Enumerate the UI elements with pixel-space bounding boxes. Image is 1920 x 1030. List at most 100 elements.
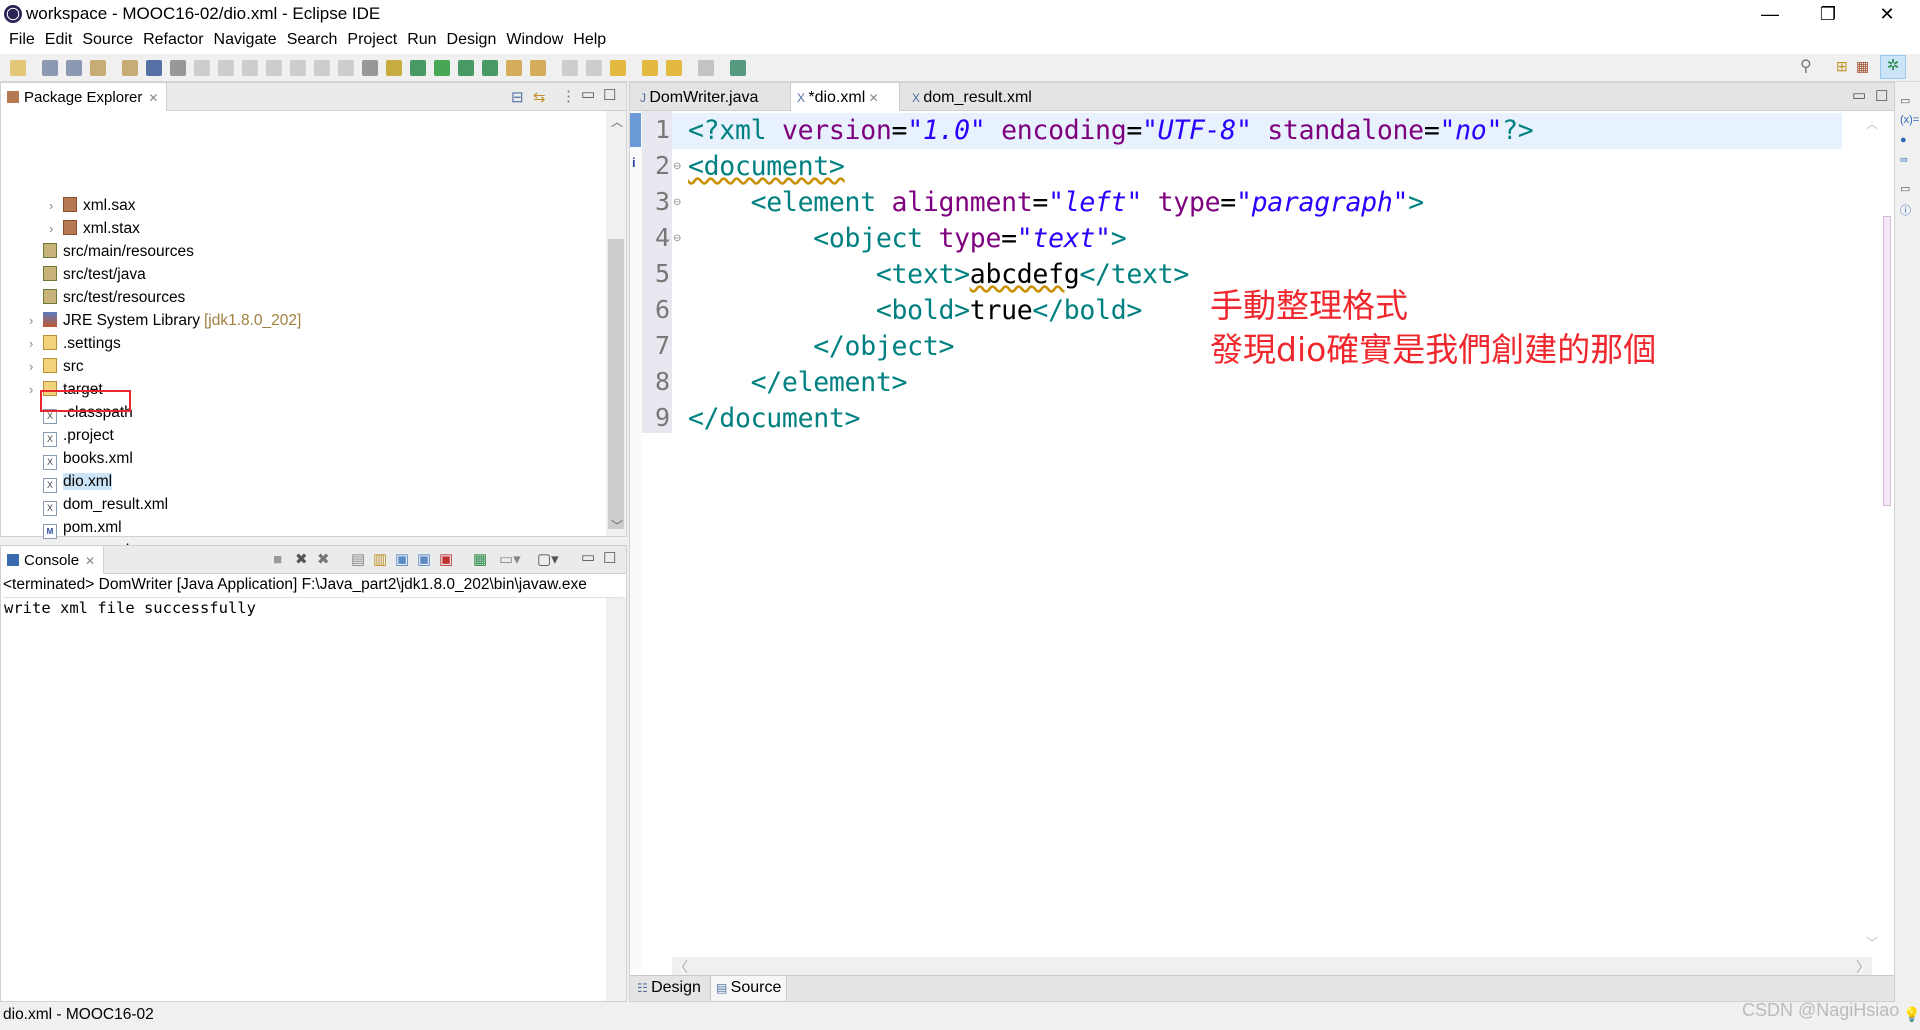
code-line[interactable]: <bold>true</bold> bbox=[688, 295, 1142, 326]
view-menu-icon[interactable]: ⋮ bbox=[561, 87, 576, 105]
step-into-icon[interactable] bbox=[290, 60, 306, 76]
chevron-right-icon[interactable]: › bbox=[29, 332, 43, 355]
code-line[interactable]: <?xml version="1.0" encoding="UTF-8" sta… bbox=[688, 115, 1534, 146]
terminate-icon[interactable]: ■ bbox=[273, 551, 282, 568]
menu-run[interactable]: Run bbox=[404, 28, 443, 54]
maximize-view-icon[interactable]: ☐ bbox=[603, 86, 616, 104]
collapse-all-icon[interactable]: ⊟ bbox=[511, 88, 524, 106]
tab--dio-xml[interactable]: X *dio.xml ✕ bbox=[790, 83, 900, 111]
display-console-icon[interactable]: ▭▾ bbox=[499, 550, 521, 568]
tree-item[interactable]: src/test/resources bbox=[29, 286, 185, 309]
maximize-editor-icon[interactable]: ☐ bbox=[1875, 87, 1888, 105]
tree-item[interactable]: › JRE System Library [jdk1.8.0_202] bbox=[29, 309, 301, 332]
tree-item[interactable]: Xbooks.xml bbox=[29, 447, 133, 470]
fold-toggle-icon[interactable]: ⊖ bbox=[673, 161, 681, 172]
tree-item[interactable]: › xml.stax bbox=[49, 217, 140, 240]
code-line[interactable]: <text>abcdefg</text> bbox=[688, 259, 1189, 290]
disconnect-icon[interactable] bbox=[266, 60, 282, 76]
open-type-icon[interactable] bbox=[90, 60, 106, 76]
next-annotation-icon[interactable] bbox=[562, 60, 578, 76]
open-task-icon[interactable] bbox=[506, 60, 522, 76]
show-on-error-icon[interactable]: ▣ bbox=[439, 550, 453, 568]
save-all-icon[interactable] bbox=[66, 60, 82, 76]
search-icon[interactable]: ⚲ bbox=[1800, 56, 1812, 76]
use-step-filters-icon[interactable] bbox=[386, 60, 402, 76]
debug-icon[interactable] bbox=[410, 60, 426, 76]
code-line[interactable]: </object> bbox=[688, 331, 954, 362]
new-window-icon[interactable] bbox=[730, 60, 746, 76]
tab-console[interactable]: Console ✕ bbox=[1, 546, 105, 574]
back-icon[interactable] bbox=[666, 60, 682, 76]
chevron-right-icon[interactable]: › bbox=[29, 309, 43, 332]
menu-source[interactable]: Source bbox=[79, 28, 140, 54]
show-on-output-icon[interactable]: ▣ bbox=[417, 550, 431, 568]
scrollbar-thumb[interactable] bbox=[608, 239, 624, 529]
console-output[interactable]: write xml file successfully bbox=[4, 599, 256, 617]
tab-source[interactable]: ▤ Source bbox=[710, 976, 788, 1002]
maximize-view-icon[interactable]: ☐ bbox=[603, 549, 616, 567]
tree-item[interactable]: X .project bbox=[29, 424, 114, 447]
help-icon[interactable]: ⓘ bbox=[1900, 202, 1914, 217]
tree-scrollbar[interactable]: ︿ ﹀ bbox=[606, 111, 626, 536]
chevron-right-icon[interactable]: › bbox=[49, 217, 63, 240]
fold-toggle-icon[interactable]: ⊖ bbox=[673, 233, 681, 244]
previous-annotation-icon[interactable] bbox=[586, 60, 602, 76]
scroll-left-icon[interactable]: 〈 bbox=[674, 957, 688, 977]
back-history-icon[interactable] bbox=[642, 60, 658, 76]
code-line[interactable]: <document> bbox=[688, 151, 845, 182]
clear-console-icon[interactable]: ▤ bbox=[351, 550, 365, 568]
suspend-icon[interactable] bbox=[218, 60, 234, 76]
tip-lightbulb-icon[interactable]: 💡 bbox=[1903, 1006, 1920, 1023]
last-edit-icon[interactable] bbox=[610, 60, 626, 76]
menu-search[interactable]: Search bbox=[284, 28, 345, 54]
run-icon[interactable] bbox=[434, 60, 450, 76]
new-icon[interactable] bbox=[10, 60, 26, 76]
restore-icon[interactable]: ▭ bbox=[1900, 94, 1914, 107]
scroll-up-icon[interactable]: ︿ bbox=[1866, 115, 1878, 132]
java-ee-perspective-icon[interactable]: ▦ bbox=[1856, 58, 1874, 76]
tree-item[interactable]: src/main/resources bbox=[29, 240, 194, 263]
word-wrap-icon[interactable]: ▣ bbox=[395, 550, 409, 568]
save-icon[interactable] bbox=[42, 60, 58, 76]
pin-console-icon[interactable]: ▦ bbox=[473, 550, 487, 568]
menu-window[interactable]: Window bbox=[503, 28, 570, 54]
menu-edit[interactable]: Edit bbox=[42, 28, 80, 54]
minimize-view-icon[interactable]: ▭ bbox=[581, 85, 595, 103]
tree-item[interactable]: src/test/java bbox=[29, 263, 146, 286]
breakpoints-icon[interactable]: ● bbox=[1900, 134, 1914, 146]
chevron-right-icon[interactable]: › bbox=[29, 355, 43, 378]
terminate-icon[interactable] bbox=[242, 60, 258, 76]
scroll-down-icon[interactable]: ﹀ bbox=[1866, 934, 1878, 951]
menu-project[interactable]: Project bbox=[344, 28, 404, 54]
remove-all-launches-icon[interactable]: ✖ bbox=[317, 550, 330, 568]
debug-perspective-icon[interactable]: ✲ bbox=[1880, 55, 1906, 79]
menu-file[interactable]: File bbox=[6, 28, 42, 54]
link-with-editor-icon[interactable]: ⇆ bbox=[533, 88, 546, 106]
menu-help[interactable]: Help bbox=[570, 28, 613, 54]
scroll-down-icon[interactable]: ﹀ bbox=[611, 517, 623, 534]
tree-item[interactable]: Xdom_result.xml bbox=[29, 493, 168, 516]
tab-package-explorer[interactable]: Package Explorer ✕ bbox=[1, 83, 168, 111]
code-line[interactable]: <object type="text"> bbox=[688, 223, 1126, 254]
code-line[interactable]: <element alignment="left" type="paragrap… bbox=[688, 187, 1424, 218]
tree-item[interactable]: › xml.sax bbox=[49, 194, 136, 217]
close-tab-icon[interactable]: ✕ bbox=[865, 91, 879, 105]
console-scrollbar[interactable] bbox=[606, 598, 626, 1001]
run-external-tools-icon[interactable] bbox=[482, 60, 498, 76]
skip-breakpoints-icon[interactable] bbox=[170, 60, 186, 76]
minimize-button[interactable]: — bbox=[1747, 0, 1793, 28]
coverage-icon[interactable] bbox=[458, 60, 474, 76]
minimize-editor-icon[interactable]: ▭ bbox=[1852, 86, 1866, 104]
variables-icon[interactable]: (x)= bbox=[1900, 114, 1919, 126]
annotate-icon[interactable] bbox=[530, 60, 546, 76]
restore-button[interactable]: ❐ bbox=[1805, 0, 1851, 28]
console-icon[interactable] bbox=[146, 60, 162, 76]
tree-item[interactable]: › src bbox=[29, 355, 84, 378]
code-line[interactable]: </element> bbox=[688, 367, 908, 398]
menu-refactor[interactable]: Refactor bbox=[140, 28, 210, 54]
menu-design[interactable]: Design bbox=[444, 28, 504, 54]
restore-icon[interactable]: ▭ bbox=[1900, 182, 1914, 195]
close-view-icon[interactable]: ✕ bbox=[85, 554, 95, 568]
remove-launch-icon[interactable]: ✖ bbox=[295, 550, 308, 568]
tree-item[interactable]: Mpom.xml bbox=[29, 516, 122, 539]
